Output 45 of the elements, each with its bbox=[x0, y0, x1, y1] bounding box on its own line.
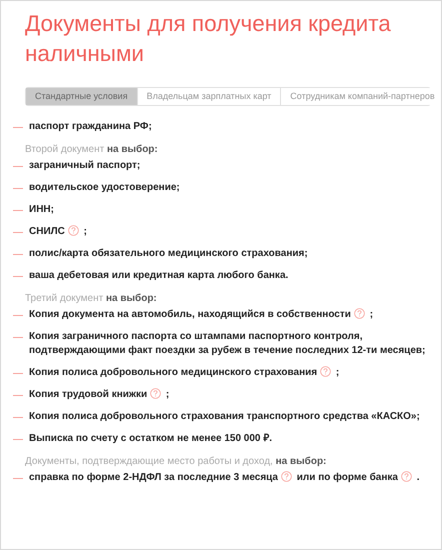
dash-icon bbox=[13, 439, 23, 440]
dash-icon bbox=[13, 232, 23, 233]
dash-icon bbox=[13, 395, 23, 396]
document-item-text: водительское удостоверение; bbox=[29, 182, 180, 193]
dash-icon bbox=[13, 417, 23, 418]
document-item-text: или по форме банка bbox=[296, 472, 398, 483]
document-item-text: паспорт гражданина РФ; bbox=[29, 121, 152, 132]
tab[interactable]: Стандартные условия bbox=[26, 88, 137, 105]
help-icon[interactable] bbox=[400, 471, 412, 482]
document-item-text: Выписка по счету с остатком не менее 150 000 ₽. bbox=[29, 433, 272, 444]
dash-icon bbox=[13, 127, 23, 128]
document-item-text: ваша дебетовая или кредитная карта любого банка. bbox=[29, 270, 288, 281]
dash-icon bbox=[13, 254, 23, 255]
dash-icon bbox=[13, 478, 23, 479]
document-item-text: ; bbox=[370, 309, 374, 320]
document-item-text: Копия полиса добровольного страхования транспортного средства «КАСКО»; bbox=[29, 411, 420, 422]
document-item-text: . bbox=[416, 472, 420, 483]
document-item-text: справка по форме 2-НДФЛ за последние 3 месяца bbox=[29, 472, 278, 483]
help-icon[interactable] bbox=[281, 471, 292, 482]
document-item-text: полис/карта обязательного медицинского страхования; bbox=[29, 248, 308, 259]
section-heading: Документы, подтверждающие место работы и доход, на выбор: bbox=[25, 456, 328, 467]
document-item-text: ; bbox=[336, 367, 340, 378]
help-icon[interactable] bbox=[320, 366, 332, 377]
document-item-text: Копия полиса добровольного медицинского страхования bbox=[29, 367, 318, 378]
document-item-text: заграничный паспорт; bbox=[29, 160, 140, 171]
dash-icon bbox=[13, 276, 23, 277]
help-icon[interactable] bbox=[68, 225, 79, 236]
document-item-text: ; bbox=[166, 389, 170, 400]
help-icon[interactable] bbox=[354, 308, 365, 319]
document-item-text: ; bbox=[84, 226, 87, 237]
section-heading: Второй документ на выбор: bbox=[25, 144, 159, 155]
document-item-text: Копия документа на автомобиль, находящийся в собственности bbox=[29, 309, 351, 320]
help-icon[interactable] bbox=[150, 388, 162, 399]
document-item-text: Копия заграничного паспорта со штампами паспортного контроля, подтверждающими факт поездки за рубеж в течение последних 12-ти месяцев; bbox=[29, 331, 426, 356]
dash-icon bbox=[13, 373, 23, 374]
section-heading: Третий документ на выбор: bbox=[25, 293, 158, 304]
dash-icon bbox=[13, 337, 23, 338]
dash-icon bbox=[13, 210, 23, 211]
dash-icon bbox=[13, 166, 23, 167]
page-title: Документы для получения кредита наличными bbox=[25, 10, 392, 68]
document-item-text: Копия трудовой книжки bbox=[29, 389, 148, 400]
dash-icon bbox=[13, 315, 23, 316]
document-item-text: ИНН; bbox=[29, 204, 54, 215]
dash-icon bbox=[13, 188, 23, 189]
document-item-text: СНИЛС bbox=[29, 226, 65, 237]
